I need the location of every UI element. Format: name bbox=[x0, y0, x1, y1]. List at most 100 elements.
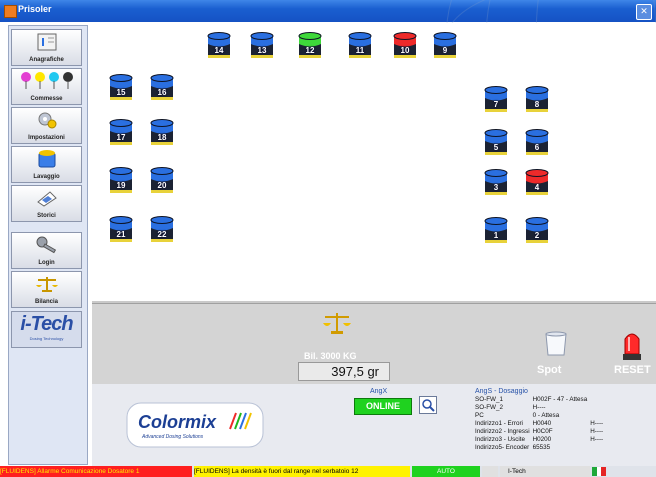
drum-1[interactable]: 1 bbox=[483, 216, 509, 246]
table-row: Indirizzo5- Encoder 65535 bbox=[475, 444, 606, 452]
sidebar-item-impostazioni[interactable]: Impostazioni bbox=[11, 107, 82, 144]
table-cell bbox=[590, 396, 606, 404]
sidebar-item-login[interactable]: Login bbox=[11, 232, 82, 269]
drum-14[interactable]: 14 bbox=[206, 31, 232, 61]
scale-icon bbox=[36, 277, 58, 292]
sidebar-item-lavaggio[interactable]: Lavaggio bbox=[11, 146, 82, 183]
wash-can-icon bbox=[38, 150, 56, 168]
table-cell: PC bbox=[475, 412, 484, 419]
drum-7[interactable]: 7 bbox=[483, 85, 509, 115]
drum-4[interactable]: 4 bbox=[524, 168, 550, 198]
drum-9[interactable]: 9 bbox=[432, 31, 458, 61]
itech-logo: i-Tech Dosing Technology bbox=[11, 311, 82, 348]
table-row: Indirizzo3 - Uscite H0200 H---- bbox=[475, 436, 606, 444]
drum-13[interactable]: 13 bbox=[249, 31, 275, 61]
drum-number: 8 bbox=[534, 100, 540, 109]
svg-text:Advanced Dosing Solutions: Advanced Dosing Solutions bbox=[141, 434, 204, 440]
itech-logo-name: i-Tech bbox=[20, 313, 73, 335]
key-icon bbox=[36, 236, 57, 254]
sidebar-item-label: Bilancia bbox=[34, 299, 58, 305]
drum-15[interactable]: 15 bbox=[108, 73, 134, 103]
drum-2[interactable]: 2 bbox=[524, 216, 550, 246]
search-icon bbox=[422, 399, 435, 412]
drum-17[interactable]: 17 bbox=[108, 118, 134, 148]
drum-number: 11 bbox=[355, 46, 365, 55]
scale-weight-display: 397,5 gr bbox=[298, 362, 390, 381]
drum-number: 7 bbox=[493, 100, 499, 109]
drum-6[interactable]: 6 bbox=[524, 128, 550, 158]
drum-3[interactable]: 3 bbox=[483, 168, 509, 198]
sidebar-item-label: Commesse bbox=[30, 96, 63, 102]
table-cell: Indirizzo2 - Ingressi bbox=[475, 428, 530, 435]
table-cell bbox=[590, 444, 606, 452]
table-cell: 65535 bbox=[532, 444, 551, 451]
table-cell: H002F - 47 - Attesa bbox=[532, 396, 588, 403]
drum-22[interactable]: 22 bbox=[149, 215, 175, 245]
itech-logo-tagline: Dosing Technology bbox=[29, 336, 64, 341]
table-cell: H---- bbox=[532, 404, 546, 411]
drum-number: 19 bbox=[116, 181, 126, 190]
drum-11[interactable]: 11 bbox=[347, 31, 373, 61]
sidebar-item-label: Login bbox=[38, 260, 55, 266]
table-row: Indirizzo1 - Errori H0040 H---- bbox=[475, 420, 606, 428]
italy-flag-icon bbox=[592, 467, 606, 476]
drum-5[interactable]: 5 bbox=[483, 128, 509, 158]
company-label: I-Tech bbox=[500, 466, 590, 477]
window-title: Prisoler bbox=[18, 4, 52, 14]
table-cell bbox=[590, 412, 606, 420]
sidebar-item-anagrafiche[interactable]: Anagrafiche bbox=[11, 29, 82, 66]
drum-number: 1 bbox=[493, 231, 499, 240]
drum-number: 12 bbox=[305, 46, 315, 55]
error-message: [FLUIDENS] Allarme Comunicazione Dosator… bbox=[0, 466, 192, 477]
drum-8[interactable]: 8 bbox=[524, 85, 550, 115]
table-cell: H---- bbox=[590, 420, 604, 427]
drum-number: 6 bbox=[534, 143, 540, 152]
drum-18[interactable]: 18 bbox=[149, 118, 175, 148]
drum-20[interactable]: 20 bbox=[149, 166, 175, 196]
status-bar: [FLUIDENS] Allarme Comunicazione Dosator… bbox=[0, 466, 656, 477]
table-cell: Indirizzo3 - Uscite bbox=[475, 436, 526, 443]
table-cell: 0 - Attesa bbox=[532, 412, 560, 419]
drum-12[interactable]: 12 bbox=[297, 31, 323, 61]
scale-status-panel: Bil. 3000 KG 397,5 gr Spot RESET bbox=[92, 303, 656, 384]
drum-number: 9 bbox=[442, 46, 448, 55]
sidebar-item-label: Lavaggio bbox=[33, 174, 60, 180]
table-row: SO-FW_1 H002F - 47 - Attesa bbox=[475, 396, 606, 404]
warning-message: [FLUIDENS] La densità è fuori dal range … bbox=[194, 466, 410, 477]
beacon-icon[interactable] bbox=[622, 329, 642, 361]
angx-title: AngX bbox=[370, 388, 388, 395]
spot-button[interactable]: Spot bbox=[537, 364, 561, 376]
colormix-logo: Colormix Advanced Dosing Solutions bbox=[126, 402, 264, 448]
table-row: SO-FW_2 H---- bbox=[475, 404, 606, 412]
color-pins-icon bbox=[21, 72, 73, 89]
drum-number: 10 bbox=[400, 46, 410, 55]
table-cell bbox=[590, 404, 606, 412]
reset-button[interactable]: RESET bbox=[614, 364, 651, 376]
sidebar-item-commesse[interactable]: Commesse bbox=[11, 68, 82, 105]
drum-16[interactable]: 16 bbox=[149, 73, 175, 103]
folder-documents-icon bbox=[37, 33, 57, 51]
drum-10[interactable]: 10 bbox=[392, 31, 418, 61]
sidebar-item-storici[interactable]: Storici bbox=[11, 185, 82, 222]
drum-21[interactable]: 21 bbox=[108, 215, 134, 245]
drum-layout-area: 14 13 12 11 10 9 15 16 17 18 19 20 21 22 7 8 5 6 3 4 1 2 bbox=[92, 23, 656, 303]
table-cell: H0C0F bbox=[532, 428, 553, 435]
drum-number: 2 bbox=[534, 231, 540, 240]
settings-icon bbox=[38, 112, 57, 129]
drum-number: 15 bbox=[116, 88, 126, 97]
bucket-icon[interactable] bbox=[544, 331, 568, 357]
table-cell: SO-FW_1 bbox=[475, 396, 503, 403]
sidebar-item-label: Anagrafiche bbox=[29, 57, 64, 63]
online-status-badge: ONLINE bbox=[354, 398, 412, 415]
table-row: PC 0 - Attesa bbox=[475, 412, 606, 420]
drum-number: 21 bbox=[116, 230, 126, 239]
mode-indicator: AUTO bbox=[412, 466, 480, 477]
drum-number: 20 bbox=[157, 181, 167, 190]
drum-number: 16 bbox=[157, 88, 167, 97]
table-cell: H---- bbox=[590, 436, 604, 443]
drum-19[interactable]: 19 bbox=[108, 166, 134, 196]
search-button[interactable] bbox=[419, 396, 437, 414]
drum-number: 3 bbox=[493, 183, 499, 192]
app-icon bbox=[4, 5, 17, 18]
sidebar-item-bilancia[interactable]: Bilancia bbox=[11, 271, 82, 308]
